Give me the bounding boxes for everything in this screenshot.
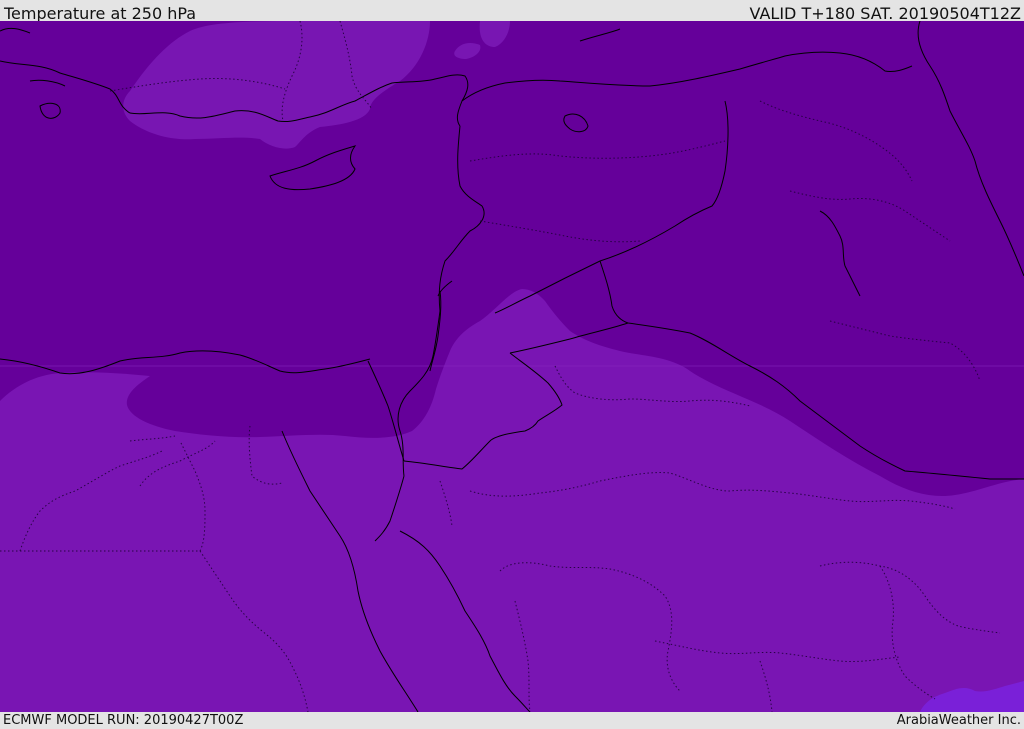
footer-bar: ECMWF MODEL RUN: 20190427T00Z ArabiaWeat… [0,712,1024,729]
credit-label: ArabiaWeather Inc. [896,713,1021,728]
header-bar: Temperature at 250 hPa VALID T+180 SAT. … [0,0,1024,23]
model-run-label: ECMWF MODEL RUN: 20190427T00Z [3,713,244,728]
temperature-map [0,21,1024,712]
